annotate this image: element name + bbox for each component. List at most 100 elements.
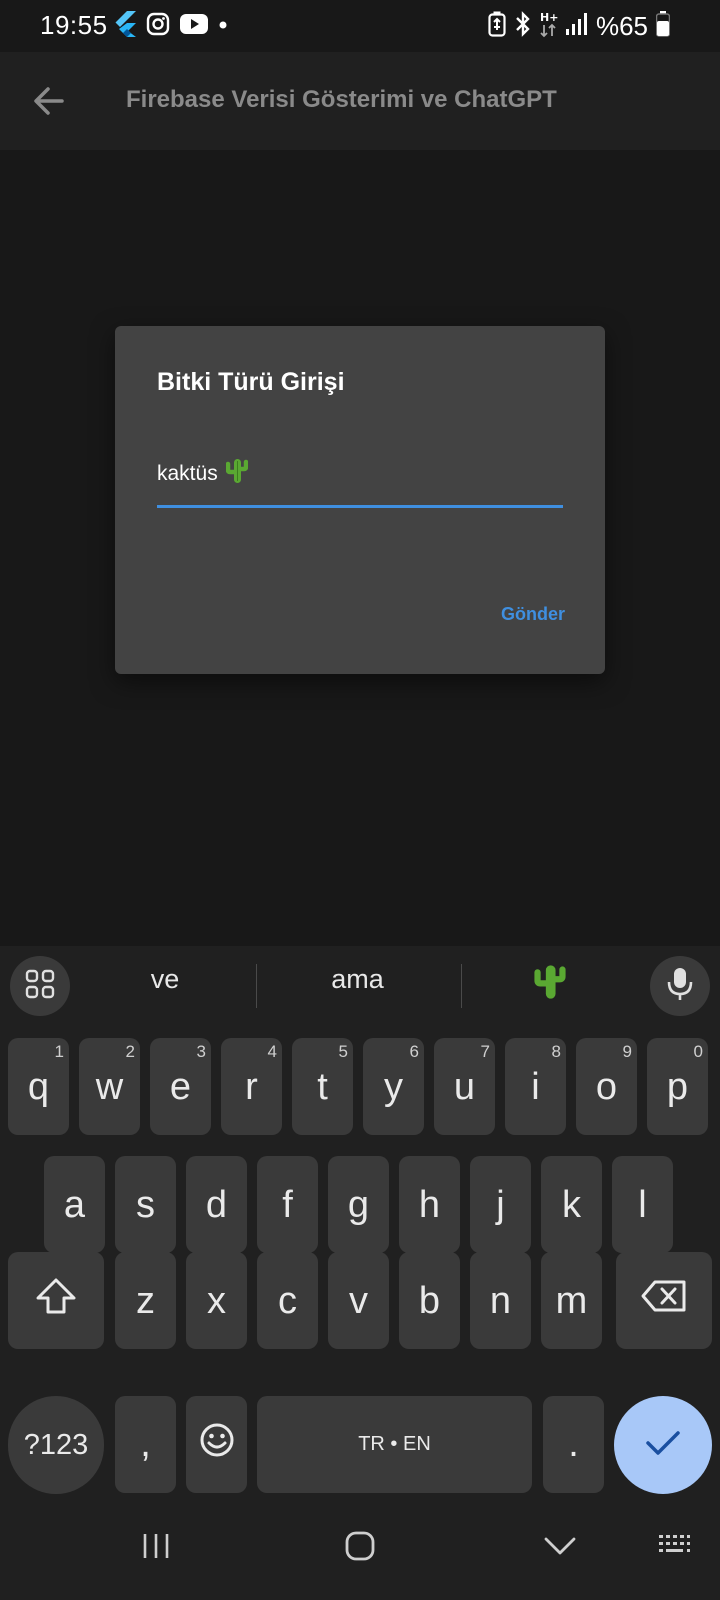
key-o[interactable]: o9 — [576, 1038, 637, 1135]
key-label: x — [207, 1279, 226, 1322]
period-key-label: . — [568, 1423, 579, 1465]
key-e[interactable]: e3 — [150, 1038, 211, 1135]
key-m[interactable]: m — [541, 1252, 602, 1349]
key-label: f — [282, 1183, 293, 1226]
submit-button[interactable]: Gönder — [501, 604, 565, 625]
status-bar: 19:55 H+ %65 — [0, 0, 720, 52]
key-number-hint: 6 — [409, 1042, 419, 1061]
enter-key[interactable] — [614, 1396, 712, 1494]
key-k[interactable]: k — [541, 1156, 602, 1253]
app-bar: Firebase Verisi Gösterimi ve ChatGPT — [0, 52, 720, 150]
key-d[interactable]: d — [186, 1156, 247, 1253]
space-key[interactable]: TR • EN — [257, 1396, 532, 1493]
key-v[interactable]: v — [328, 1252, 389, 1349]
suggestion-2[interactable]: ama — [275, 964, 440, 1004]
comma-key-label: , — [140, 1423, 151, 1465]
key-number-hint: 8 — [551, 1042, 561, 1061]
shift-key[interactable] — [8, 1252, 104, 1349]
suggestion-divider — [461, 964, 462, 1008]
system-nav-bar — [0, 1498, 720, 1600]
key-x[interactable]: x — [186, 1252, 247, 1349]
key-label: d — [205, 1183, 228, 1226]
status-notification-icons — [114, 10, 228, 42]
dialog-title: Bitki Türü Girişi — [157, 368, 345, 396]
emoji-key[interactable] — [186, 1396, 247, 1493]
key-label: u — [453, 1065, 476, 1108]
checkmark-icon — [645, 1429, 681, 1462]
input-underline — [157, 505, 563, 508]
comma-key[interactable]: , — [115, 1396, 176, 1493]
plant-type-dialog: Bitki Türü Girişi kaktüs Gönder — [115, 326, 605, 674]
status-system-icons: H+ %65 — [488, 10, 671, 43]
key-f[interactable]: f — [257, 1156, 318, 1253]
mic-icon — [666, 966, 694, 1007]
key-j[interactable]: j — [470, 1156, 531, 1253]
backspace-key[interactable] — [616, 1252, 712, 1349]
key-b[interactable]: b — [399, 1252, 460, 1349]
key-number-hint: 7 — [480, 1042, 490, 1061]
recents-button[interactable] — [132, 1528, 180, 1568]
key-c[interactable]: c — [257, 1252, 318, 1349]
shift-icon — [35, 1277, 77, 1325]
key-label: b — [418, 1279, 441, 1322]
key-r[interactable]: r4 — [221, 1038, 282, 1135]
symbols-key-label: ?123 — [23, 1428, 89, 1461]
battery-percent: %65 — [595, 10, 648, 41]
recents-icon — [141, 1532, 171, 1565]
home-button[interactable] — [336, 1528, 384, 1568]
key-i[interactable]: i8 — [505, 1038, 566, 1135]
key-label: r — [245, 1065, 258, 1108]
key-label: z — [136, 1279, 155, 1322]
key-q[interactable]: q1 — [8, 1038, 69, 1135]
back-chevron-icon — [543, 1535, 577, 1562]
key-label: p — [666, 1065, 689, 1108]
suggestion-1[interactable]: ve — [90, 964, 240, 1004]
flutter-icon — [114, 10, 136, 42]
key-number-hint: 1 — [54, 1042, 64, 1061]
key-a[interactable]: a — [44, 1156, 105, 1253]
key-w[interactable]: w2 — [79, 1038, 140, 1135]
key-p[interactable]: p0 — [647, 1038, 708, 1135]
key-number-hint: 5 — [338, 1042, 348, 1061]
key-n[interactable]: n — [470, 1252, 531, 1349]
key-t[interactable]: t5 — [292, 1038, 353, 1135]
key-l[interactable]: l — [612, 1156, 673, 1253]
voice-input-button[interactable] — [650, 956, 710, 1016]
key-y[interactable]: y6 — [363, 1038, 424, 1135]
bluetooth-icon — [514, 10, 532, 42]
key-label: q — [27, 1065, 50, 1108]
keyboard-menu-button[interactable] — [10, 956, 70, 1016]
plant-type-input[interactable]: kaktüs — [157, 444, 563, 508]
backspace-icon — [641, 1279, 687, 1323]
keyboard-switch-button[interactable] — [650, 1528, 698, 1568]
key-s[interactable]: s — [115, 1156, 176, 1253]
key-number-hint: 3 — [196, 1042, 206, 1061]
space-key-label: TR • EN — [358, 1433, 431, 1455]
key-h[interactable]: h — [399, 1156, 460, 1253]
suggestion-bar: ve ama — [0, 946, 720, 1028]
key-label: i — [531, 1065, 540, 1108]
instagram-icon — [146, 12, 170, 41]
symbols-key[interactable]: ?123 — [8, 1396, 104, 1494]
key-number-hint: 9 — [622, 1042, 632, 1061]
network-hplus-icon: H+ — [540, 10, 558, 43]
key-label: g — [347, 1183, 370, 1226]
key-u[interactable]: u7 — [434, 1038, 495, 1135]
key-label: a — [63, 1183, 86, 1226]
home-icon — [344, 1530, 376, 1567]
key-g[interactable]: g — [328, 1156, 389, 1253]
key-number-hint: 2 — [125, 1042, 135, 1061]
keyboard-switch-icon — [657, 1533, 691, 1564]
back-button[interactable] — [536, 1528, 584, 1568]
cactus-icon — [534, 965, 566, 999]
cactus-icon — [225, 458, 248, 490]
key-z[interactable]: z — [115, 1252, 176, 1349]
key-label: l — [638, 1183, 647, 1226]
key-label: y — [384, 1065, 403, 1108]
arrow-back-icon[interactable] — [30, 82, 68, 120]
key-number-hint: 4 — [267, 1042, 277, 1061]
suggestion-3-emoji[interactable] — [480, 964, 620, 1004]
key-label: e — [169, 1065, 192, 1108]
period-key[interactable]: . — [543, 1396, 604, 1493]
key-label: k — [562, 1183, 581, 1226]
